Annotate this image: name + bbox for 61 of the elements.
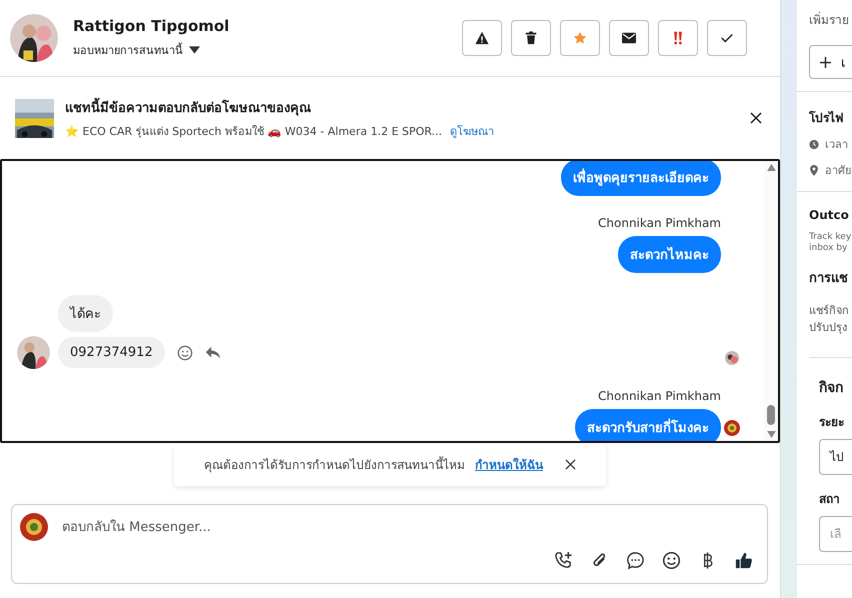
exclamation-icon	[671, 31, 685, 45]
incoming-message: 0927374912	[58, 337, 165, 368]
view-ad-link[interactable]: ดูโฆษณา	[450, 122, 494, 140]
outcomes-title: Outco	[809, 208, 850, 222]
scrollbar[interactable]	[764, 161, 778, 441]
outgoing-message: สะดวกไหมคะ	[618, 236, 721, 273]
share-description: แชร์กิจก ปรับปรุง	[809, 302, 850, 336]
page-avatar	[20, 513, 48, 541]
period-dropdown[interactable]: ไป	[819, 438, 852, 475]
delete-button[interactable]	[511, 20, 551, 56]
location-label: อาศัย	[825, 163, 851, 179]
reply-icon[interactable]	[204, 344, 221, 360]
envelope-icon	[622, 31, 636, 45]
seen-avatar	[725, 350, 739, 364]
period-label: ระยะ	[819, 414, 845, 431]
ad-caption: ⭐ ECO CAR รุ่นแต่ง Sportech พร้อมใช้ 🚗 W034 - Almera 1.2 E SPOR...	[65, 124, 442, 140]
assign-question: คุณต้องการได้รับการกำหนดไปยังการสนทนานี้ไหม	[204, 455, 465, 474]
assign-dropdown[interactable]: มอบหมายการสนทนานี้	[73, 41, 200, 59]
sender-name: Chonnikan Pimkham	[598, 389, 721, 403]
check-icon	[720, 31, 734, 45]
incoming-message: ได้คะ	[58, 295, 113, 332]
contact-avatar	[10, 14, 58, 62]
status-label: สถา	[819, 490, 841, 508]
outcomes-description: Track key inbox by	[809, 232, 852, 254]
activity-title: กิจก	[819, 378, 844, 398]
priority-button[interactable]	[658, 20, 698, 56]
close-icon	[750, 112, 762, 124]
scroll-up-icon[interactable]	[766, 164, 776, 171]
add-button[interactable]: เ	[809, 45, 852, 79]
caret-icon	[189, 46, 200, 54]
assign-me-link[interactable]: กำหนดให้ฉัน	[475, 455, 543, 474]
contact-avatar	[17, 336, 50, 369]
mail-button[interactable]	[609, 20, 649, 56]
trash-icon	[524, 31, 538, 45]
seen-avatar	[724, 420, 740, 436]
plus-icon	[820, 56, 831, 68]
chat-bubble-icon[interactable]	[626, 551, 645, 570]
reply-box[interactable]: ตอบกลับใน Messenger...	[11, 504, 768, 584]
time-label: เวลา	[825, 137, 848, 153]
contact-name: Rattigon Tipgomol	[73, 17, 230, 35]
star-button[interactable]	[560, 20, 600, 56]
reply-input[interactable]: ตอบกลับใน Messenger...	[60, 518, 753, 536]
sender-name: Chonnikan Pimkham	[598, 216, 721, 230]
close-icon	[565, 459, 576, 470]
location-pin-icon	[809, 164, 819, 176]
scroll-thumb[interactable]	[767, 405, 775, 425]
emoji-icon[interactable]	[176, 344, 193, 360]
add-label: เพิ่มราย	[809, 10, 850, 29]
profile-title: โปรไฟ	[809, 110, 844, 127]
thumbs-up-icon[interactable]	[734, 551, 753, 570]
emoji-icon[interactable]	[662, 551, 681, 570]
spam-button[interactable]	[462, 20, 502, 56]
outgoing-message: เพื่อพูดคุยรายละเอียดคะ	[561, 161, 721, 196]
call-icon[interactable]	[554, 551, 573, 570]
outgoing-message: สะดวกรับสายกี่โมงคะ	[575, 409, 721, 441]
share-title: การแช	[809, 270, 849, 288]
ad-reply-title: แชทนี้มีข้อความตอบกลับต่อโฆษณาของคุณ	[65, 96, 746, 118]
star-icon	[573, 31, 587, 45]
scroll-down-icon[interactable]	[766, 431, 776, 438]
warning-icon	[475, 31, 489, 45]
clock-icon	[809, 138, 819, 150]
